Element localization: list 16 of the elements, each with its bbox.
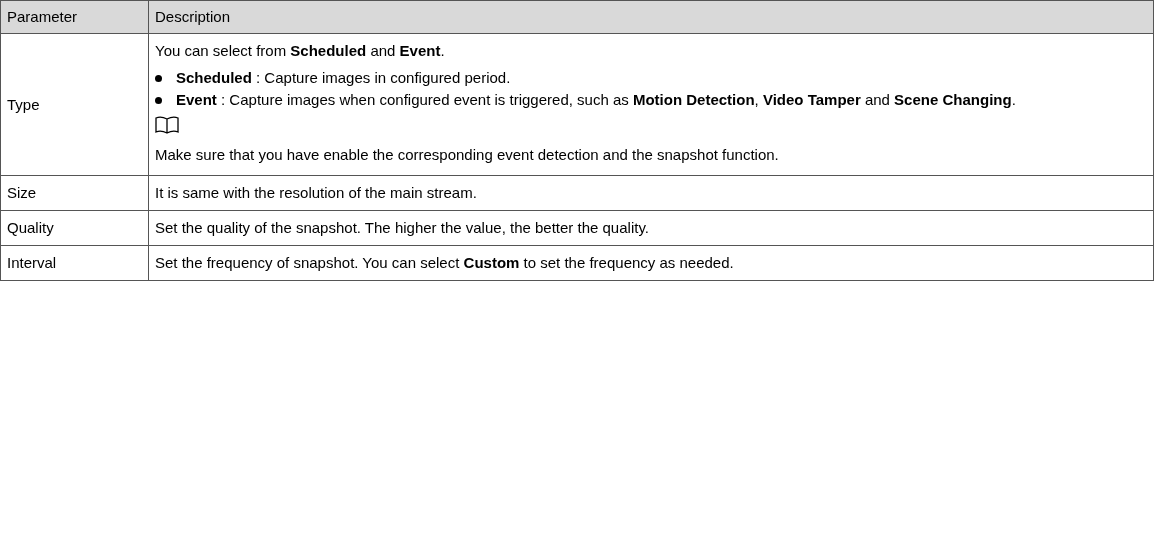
description-text: It is same with the resolution of the main stream.: [155, 183, 478, 203]
bullet-icon: [155, 75, 162, 82]
bullet-text: Event : Capture images when configured event is triggered, such as Motion Detection, Video Tamper and Scene Changing.: [176, 90, 1016, 110]
parameter-cell: Interval: [0, 245, 149, 281]
bullet-icon: [155, 97, 162, 104]
parameter-cell: Quality: [0, 210, 149, 246]
description-text: Set the frequency of snapshot. You can select Custom to set the frequency as needed.: [155, 253, 735, 273]
description-text: You can select from Scheduled and Event.: [155, 41, 446, 61]
column-header: Parameter: [0, 0, 149, 34]
parameter-cell: Size: [0, 175, 149, 211]
description-text: Set the quality of the snapshot. The higher the value, the better the quality.: [155, 218, 650, 238]
parameter-cell: Type: [0, 33, 149, 176]
bullet-text: Scheduled : Capture images in configured period.: [176, 68, 511, 88]
column-header: Description: [148, 0, 1154, 34]
note-text: Make sure that you have enable the corresponding event detection and the snapshot function.: [155, 145, 780, 165]
book-icon: [155, 116, 179, 134]
